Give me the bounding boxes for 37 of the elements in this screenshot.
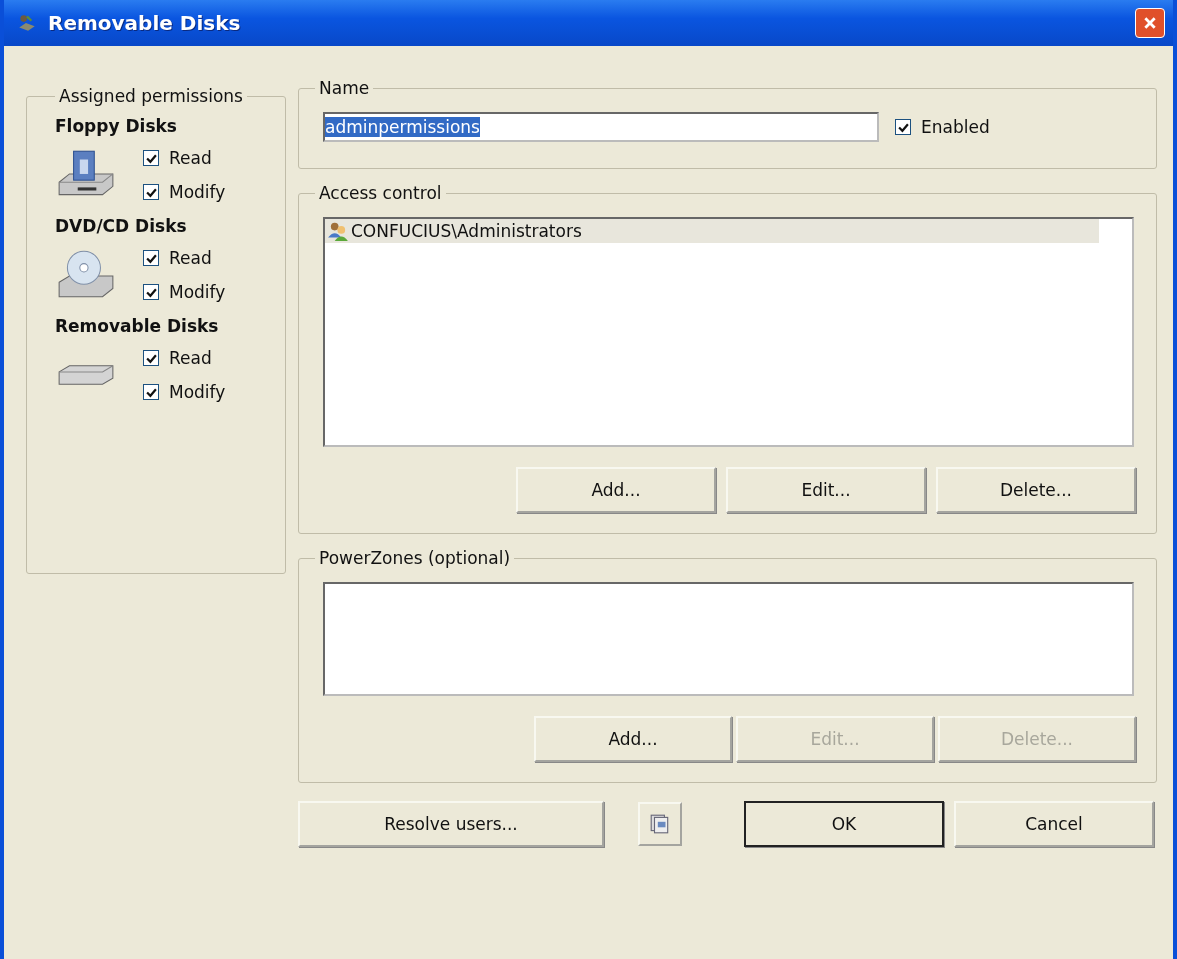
device-title: Floppy Disks (55, 116, 178, 136)
list-action-button[interactable]: Add... (516, 467, 716, 513)
permission-checkbox[interactable]: Read (143, 348, 226, 368)
list-action-button[interactable]: Add... (534, 716, 732, 762)
ok-button[interactable]: OK (744, 801, 944, 847)
group-legend: Name (315, 78, 374, 98)
checkbox[interactable] (143, 184, 159, 200)
stacked-windows-icon (649, 813, 671, 835)
checkbox[interactable] (143, 350, 159, 366)
permission-checkbox[interactable]: Modify (143, 282, 226, 302)
close-button[interactable] (1135, 8, 1165, 38)
list-item[interactable]: CONFUCIUS\Administrators (325, 219, 1099, 243)
list-action-button[interactable]: Delete... (936, 467, 1136, 513)
access-list[interactable]: CONFUCIUS\Administrators (323, 217, 1134, 447)
permission-checkbox[interactable]: Modify (143, 182, 226, 202)
resolve-users-button[interactable]: Resolve users... (298, 801, 604, 847)
device-title: Removable Disks (55, 316, 220, 336)
checkbox[interactable] (143, 150, 159, 166)
window-title: Removable Disks (48, 11, 242, 35)
checkbox[interactable] (895, 119, 911, 135)
group-legend: Access control (315, 183, 446, 203)
permission-checkbox[interactable]: Read (143, 148, 226, 168)
checkbox[interactable] (143, 384, 159, 400)
users-icon (327, 221, 349, 241)
enabled-checkbox[interactable]: Enabled (895, 117, 990, 137)
cancel-button[interactable]: Cancel (954, 801, 1154, 847)
permission-checkbox[interactable]: Read (143, 248, 226, 268)
close-icon (1143, 16, 1157, 30)
name-field[interactable]: adminpermissions (323, 112, 879, 142)
group-legend: Assigned permissions (55, 86, 247, 106)
copy-button[interactable] (638, 802, 682, 846)
checkbox[interactable] (143, 284, 159, 300)
group-legend: PowerZones (optional) (315, 548, 515, 568)
permission-checkbox[interactable]: Modify (143, 382, 226, 402)
checkbox[interactable] (143, 250, 159, 266)
device-title: DVD/CD Disks (55, 216, 188, 236)
list-action-button[interactable]: Edit... (726, 467, 926, 513)
